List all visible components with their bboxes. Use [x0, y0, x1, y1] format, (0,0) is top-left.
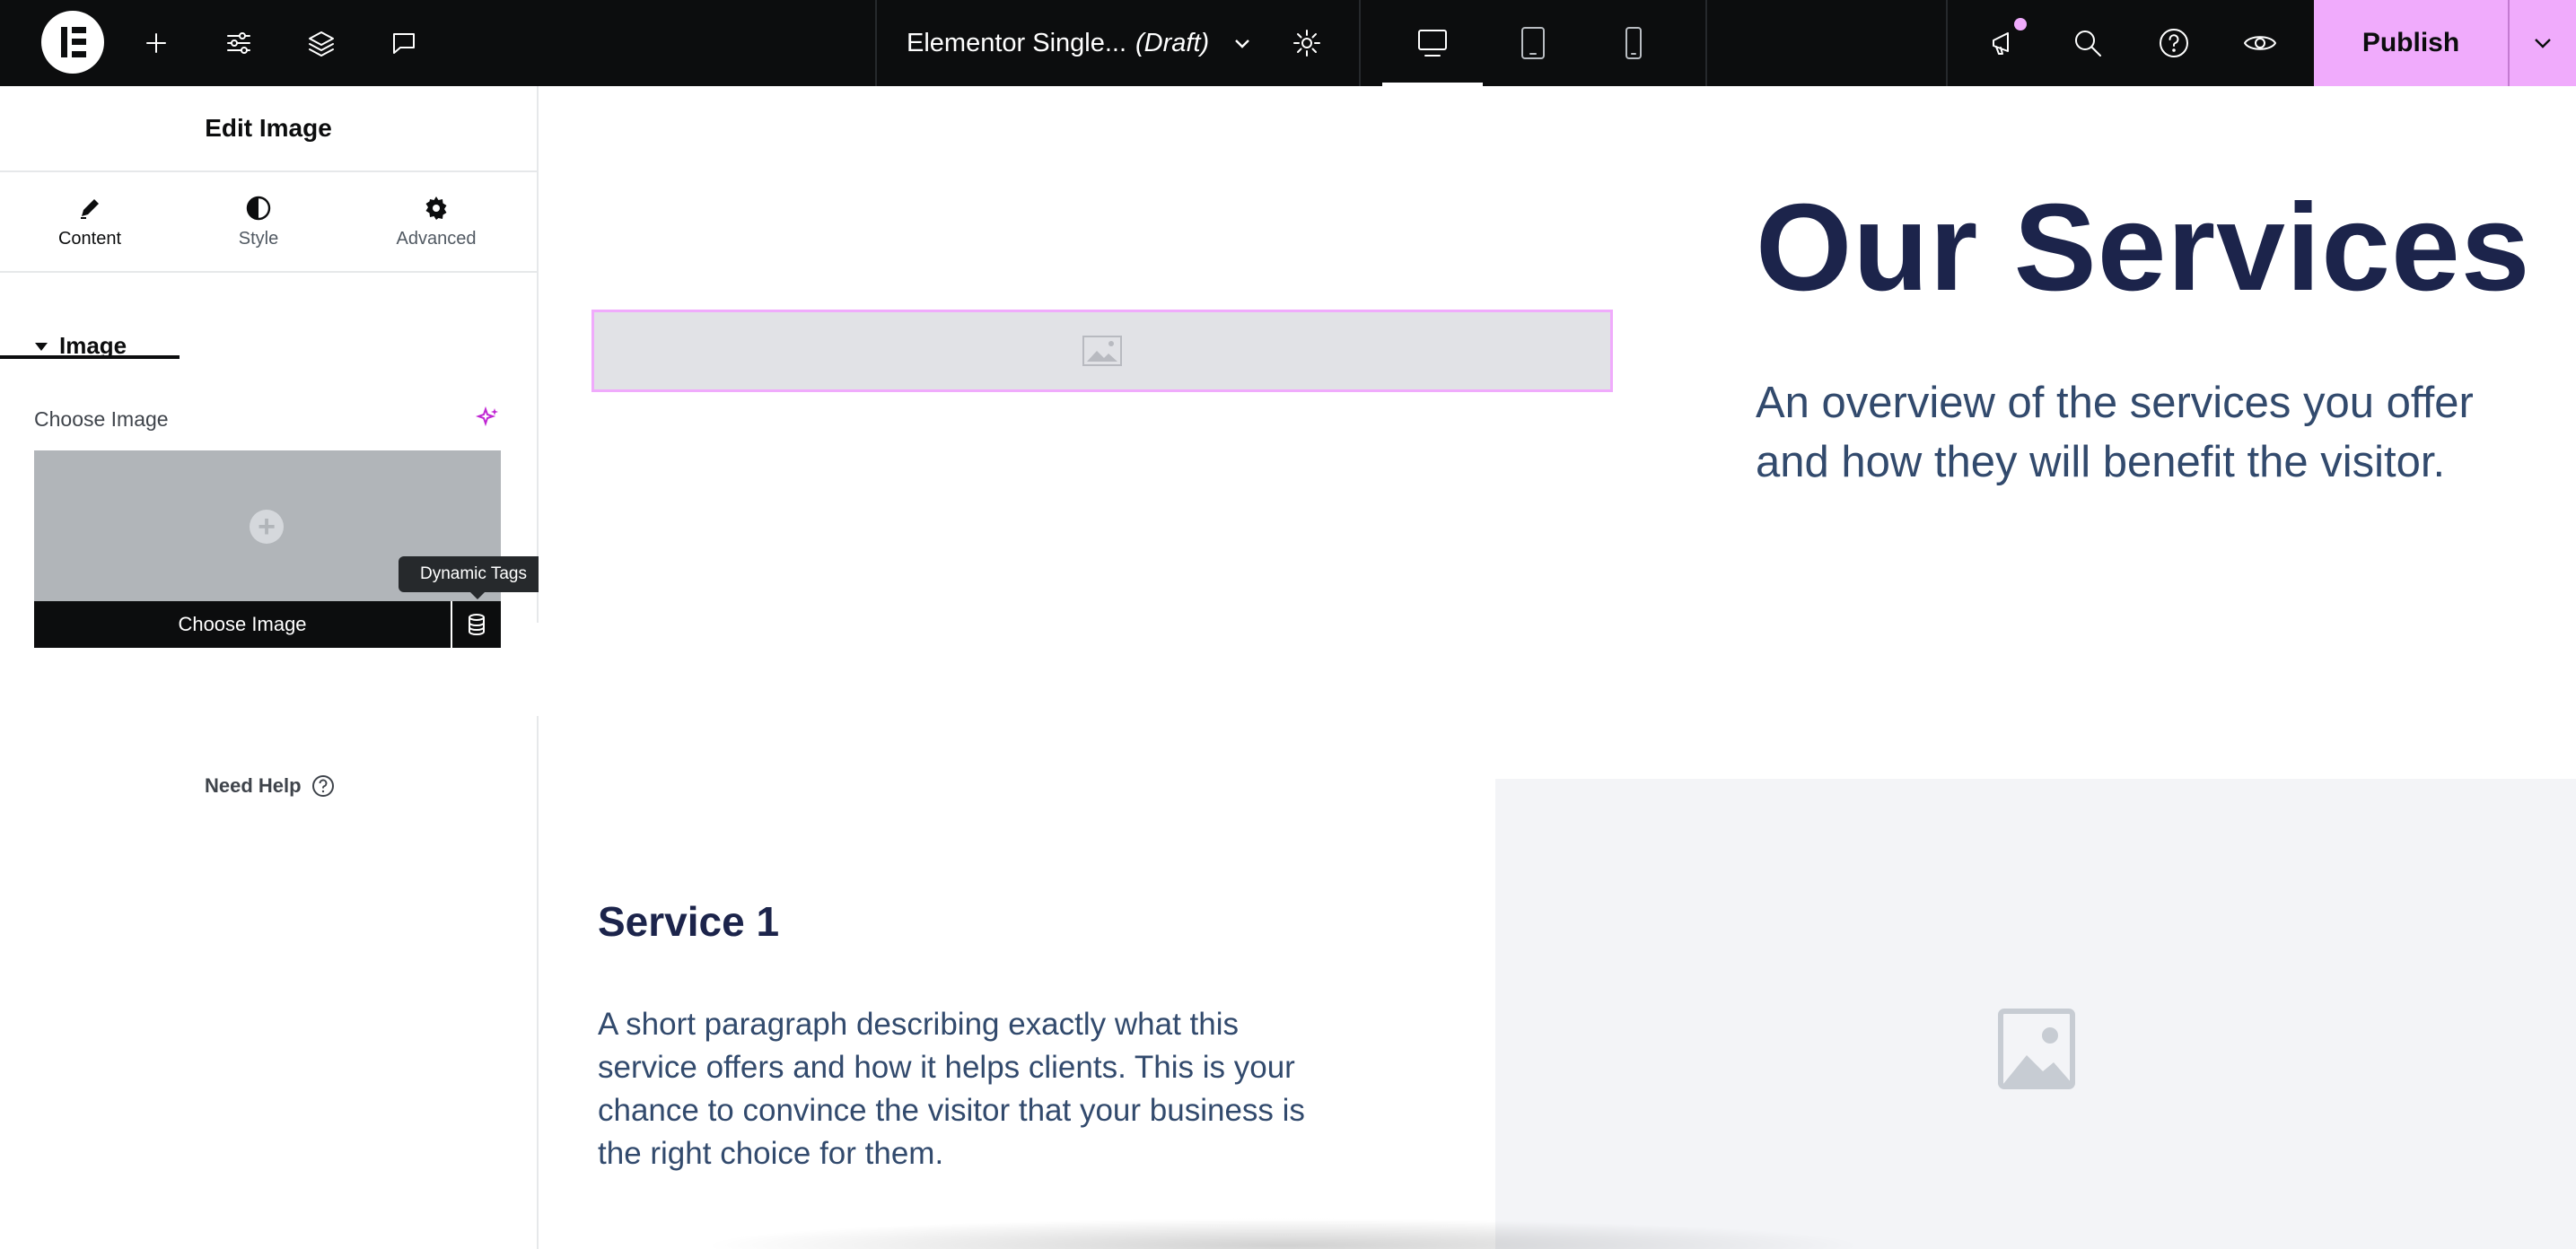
selected-image-widget[interactable] — [591, 310, 1613, 392]
top-bar: Elementor Single... (Draft) Publish — [0, 0, 2576, 86]
services-heading[interactable]: Our Services — [1756, 176, 2531, 319]
image-placeholder-icon — [1998, 1009, 2075, 1089]
search-button[interactable] — [2064, 0, 2111, 86]
gear-icon — [425, 196, 447, 220]
help-icon — [2160, 29, 2188, 57]
dynamic-tags-tooltip: Dynamic Tags — [399, 556, 548, 599]
chevron-down-icon — [2535, 39, 2551, 48]
desktop-icon — [1418, 30, 1447, 57]
sliders-icon — [227, 32, 250, 54]
site-settings-button[interactable] — [215, 0, 262, 86]
tab-advanced[interactable]: Advanced — [346, 172, 526, 271]
eye-icon — [2244, 36, 2276, 50]
need-help-link[interactable]: Need Help — [205, 773, 336, 799]
panel-tabs: Content Style Advanced — [0, 172, 537, 273]
dynamic-tags-button[interactable] — [452, 601, 501, 648]
mobile-view-button[interactable] — [1583, 0, 1684, 86]
service1-paragraph[interactable]: A short paragraph describing exactly wha… — [598, 1003, 1316, 1175]
elementor-logo[interactable] — [41, 11, 104, 74]
publish-options-button[interactable] — [2510, 0, 2576, 86]
layers-icon — [309, 31, 334, 57]
editor-canvas: Our Services An overview of the services… — [539, 86, 2576, 1249]
chevron-down-icon — [1235, 39, 1250, 48]
divider — [1946, 0, 1948, 86]
divider — [875, 0, 877, 86]
section-title: Image — [59, 332, 127, 359]
service1-heading[interactable]: Service 1 — [598, 897, 779, 946]
tab-style[interactable]: Style — [169, 172, 348, 271]
notification-dot — [2014, 18, 2027, 31]
half-circle-icon — [246, 196, 271, 220]
megaphone-icon — [1993, 32, 2009, 55]
document-title-dropdown[interactable]: Elementor Single... (Draft) — [907, 0, 1254, 86]
search-icon — [2075, 31, 2101, 57]
gear-icon — [1293, 30, 1320, 57]
whats-new-button[interactable] — [1980, 0, 2027, 86]
mobile-icon — [1625, 27, 1642, 59]
image-placeholder-icon — [1082, 336, 1122, 366]
editor-panel: Edit Image Content Style Advanced Image … — [0, 86, 548, 1249]
comments-button[interactable] — [381, 0, 427, 86]
choose-image-label: Choose Image — [34, 407, 169, 431]
tablet-icon — [1521, 27, 1545, 59]
panel-title: Edit Image — [0, 86, 537, 172]
plus-icon — [146, 33, 166, 53]
database-icon — [469, 614, 485, 635]
preview-button[interactable] — [2237, 0, 2283, 86]
page-settings-button[interactable] — [1284, 0, 1330, 86]
help-button[interactable] — [2151, 0, 2197, 86]
document-title: Elementor Single... — [907, 28, 1127, 57]
tab-label: Style — [238, 228, 279, 249]
choose-image-button[interactable]: Choose Image — [34, 601, 451, 648]
publish-button[interactable]: Publish — [2314, 0, 2508, 86]
need-help-label: Need Help — [205, 774, 302, 797]
comment-icon — [393, 33, 415, 54]
divider — [1359, 0, 1361, 86]
tab-label: Advanced — [396, 228, 477, 249]
add-element-button[interactable] — [133, 0, 180, 86]
section-image-toggle[interactable]: Image — [34, 332, 127, 360]
tablet-view-button[interactable] — [1483, 0, 1583, 86]
document-status: (Draft) — [1135, 28, 1210, 57]
structure-button[interactable] — [298, 0, 345, 86]
caret-down-icon — [35, 342, 48, 351]
services-subheading[interactable]: An overview of the services you offer an… — [1756, 373, 2528, 492]
tab-content[interactable]: Content — [0, 172, 180, 271]
desktop-view-button[interactable] — [1382, 0, 1483, 86]
sparkle-icon — [475, 406, 498, 427]
divider — [1705, 0, 1707, 86]
plus-circle-icon: + — [250, 510, 284, 544]
tab-label: Content — [57, 228, 122, 249]
ai-sparkle-button[interactable] — [475, 406, 501, 435]
service-image-placeholder[interactable] — [1495, 779, 2576, 1249]
help-icon — [311, 775, 334, 797]
pencil-icon — [81, 198, 99, 219]
